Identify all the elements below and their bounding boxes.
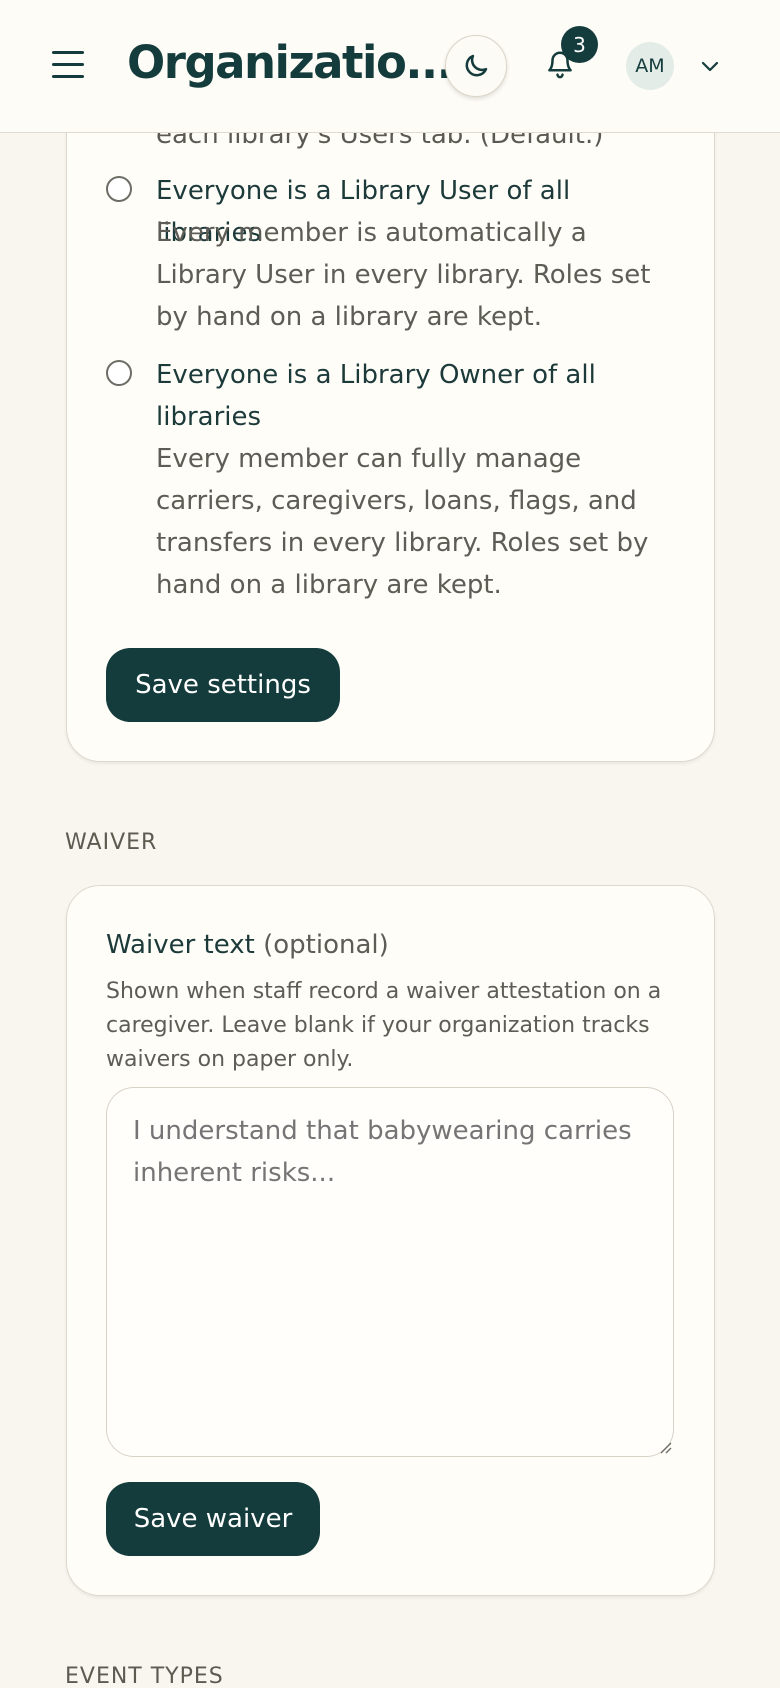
resize-handle-icon[interactable] [656, 1438, 672, 1454]
option-title: Everyone is a Library Owner of all libra… [156, 360, 596, 432]
option-desc: Every member can fully manage carriers, … [156, 444, 649, 600]
section-label-event-types: EVENT TYPES [65, 1664, 224, 1688]
top-bar: Organizatio... 3 AM [0, 0, 780, 133]
waiver-text-label: Waiver text (optional) [106, 930, 389, 960]
waiver-textarea[interactable] [106, 1087, 674, 1457]
waiver-help-text: Shown when staff record a waiver attesta… [106, 979, 662, 1072]
optional-tag: (optional) [263, 930, 389, 960]
theme-toggle-button[interactable] [445, 35, 507, 97]
save-settings-button[interactable]: Save settings [106, 648, 340, 722]
save-waiver-button[interactable]: Save waiver [106, 1482, 320, 1556]
section-label-waiver: WAIVER [65, 830, 158, 855]
field-label-text: Waiver text [106, 930, 255, 960]
option-desc: Every member is automatically a Library … [156, 218, 651, 332]
page-title: Organizatio... [127, 36, 454, 89]
avatar[interactable]: AM [626, 42, 674, 90]
radio-button[interactable] [106, 176, 132, 202]
moon-icon [465, 54, 488, 77]
radio-button[interactable] [106, 360, 132, 386]
chevron-down-icon[interactable] [698, 54, 722, 78]
menu-icon[interactable] [52, 51, 84, 81]
notification-count-badge: 3 [561, 26, 598, 63]
